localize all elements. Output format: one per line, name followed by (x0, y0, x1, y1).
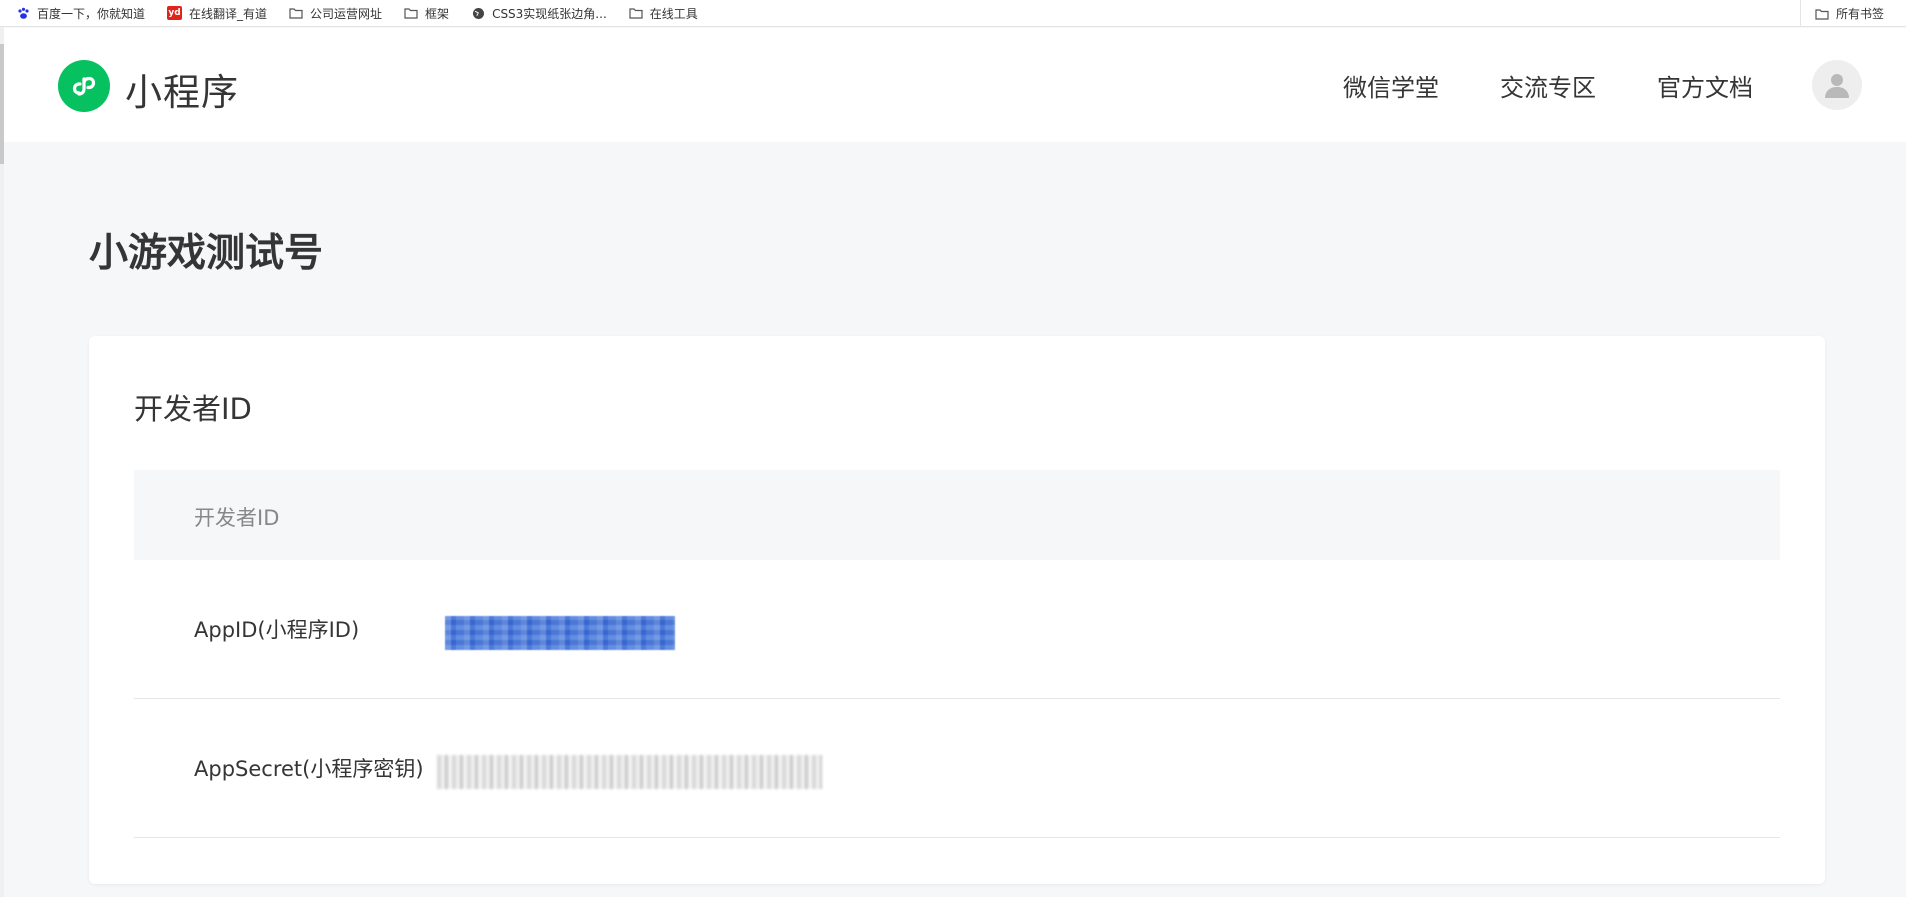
developer-id-card: 开发者ID 开发者ID AppID(小程序ID) AppSecret(小程序密钥… (89, 336, 1825, 884)
table-row-appsecret: AppSecret(小程序密钥) (134, 699, 1780, 838)
bookmark-label: 框架 (425, 6, 450, 21)
bookmark-label: CSS3实现纸张边角... (492, 6, 607, 21)
page-title: 小游戏测试号 (89, 231, 324, 276)
appid-value-redacted[interactable] (445, 616, 675, 650)
bookmark-baidu[interactable]: 百度一下，你就知道 (16, 5, 145, 22)
folder-icon (629, 6, 643, 20)
folder-icon (1815, 7, 1829, 21)
globe-icon (471, 6, 485, 20)
baidu-paw-icon (16, 6, 30, 20)
bookmark-frameworks[interactable]: 框架 (404, 5, 449, 22)
appid-label: AppID(小程序ID) (194, 618, 360, 642)
bookmark-online-tools[interactable]: 在线工具 (629, 5, 698, 22)
bookmark-label: 在线工具 (649, 6, 698, 21)
bookmark-label: 在线翻译_有道 (189, 6, 268, 21)
miniprogram-logo-icon[interactable] (58, 60, 110, 112)
folder-icon (289, 6, 303, 20)
folder-icon (404, 6, 418, 20)
bookmark-youdao[interactable]: yd 在线翻译_有道 (167, 5, 267, 22)
all-bookmarks-label: 所有书签 (1836, 7, 1885, 21)
card-title: 开发者ID (134, 392, 252, 426)
table-header-label: 开发者ID (194, 506, 280, 530)
appsecret-label: AppSecret(小程序密钥) (194, 757, 424, 781)
bookmark-label: 百度一下，你就知道 (37, 6, 146, 21)
all-bookmarks[interactable]: 所有书签 (1800, 0, 1884, 27)
youdao-icon: yd (167, 6, 183, 20)
nav-wechat-academy[interactable]: 微信学堂 (1343, 68, 1439, 103)
bookmark-css3[interactable]: CSS3实现纸张边角... (471, 5, 607, 22)
appsecret-value-redacted[interactable] (437, 755, 822, 789)
bookmark-company-sites[interactable]: 公司运营网址 (289, 5, 382, 22)
nav-community[interactable]: 交流专区 (1500, 68, 1596, 103)
user-avatar-icon[interactable] (1812, 60, 1862, 110)
brand-title[interactable]: 小程序 (125, 62, 239, 116)
table-header: 开发者ID (134, 470, 1780, 560)
nav-official-docs[interactable]: 官方文档 (1657, 68, 1753, 103)
site-header: 小程序 微信学堂 交流专区 官方文档 (4, 28, 1906, 142)
table-row-appid: AppID(小程序ID) (134, 560, 1780, 699)
bookmark-label: 公司运营网址 (310, 6, 383, 21)
bookmarks-bar: 百度一下，你就知道 yd 在线翻译_有道 公司运营网址 框架 CSS3实现纸张边… (0, 0, 1906, 27)
